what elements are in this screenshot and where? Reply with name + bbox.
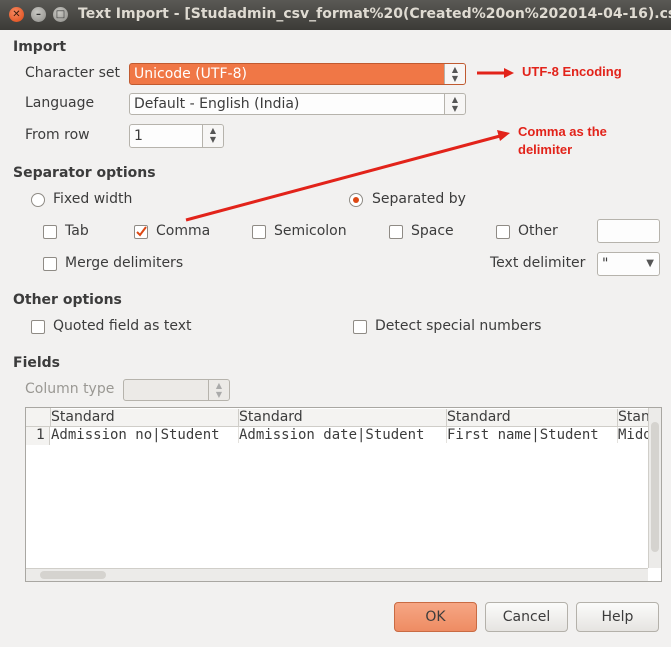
utf8-annotation: UTF-8 Encoding	[522, 64, 622, 79]
arrow-line-comma	[185, 134, 501, 222]
comma-annotation-line2: delimiter	[518, 142, 573, 157]
arrowhead-icon	[504, 68, 514, 78]
comma-annotation-line1: Comma as the	[518, 124, 607, 139]
arrowhead-icon	[497, 130, 510, 141]
annotation-arrows	[185, 68, 514, 222]
